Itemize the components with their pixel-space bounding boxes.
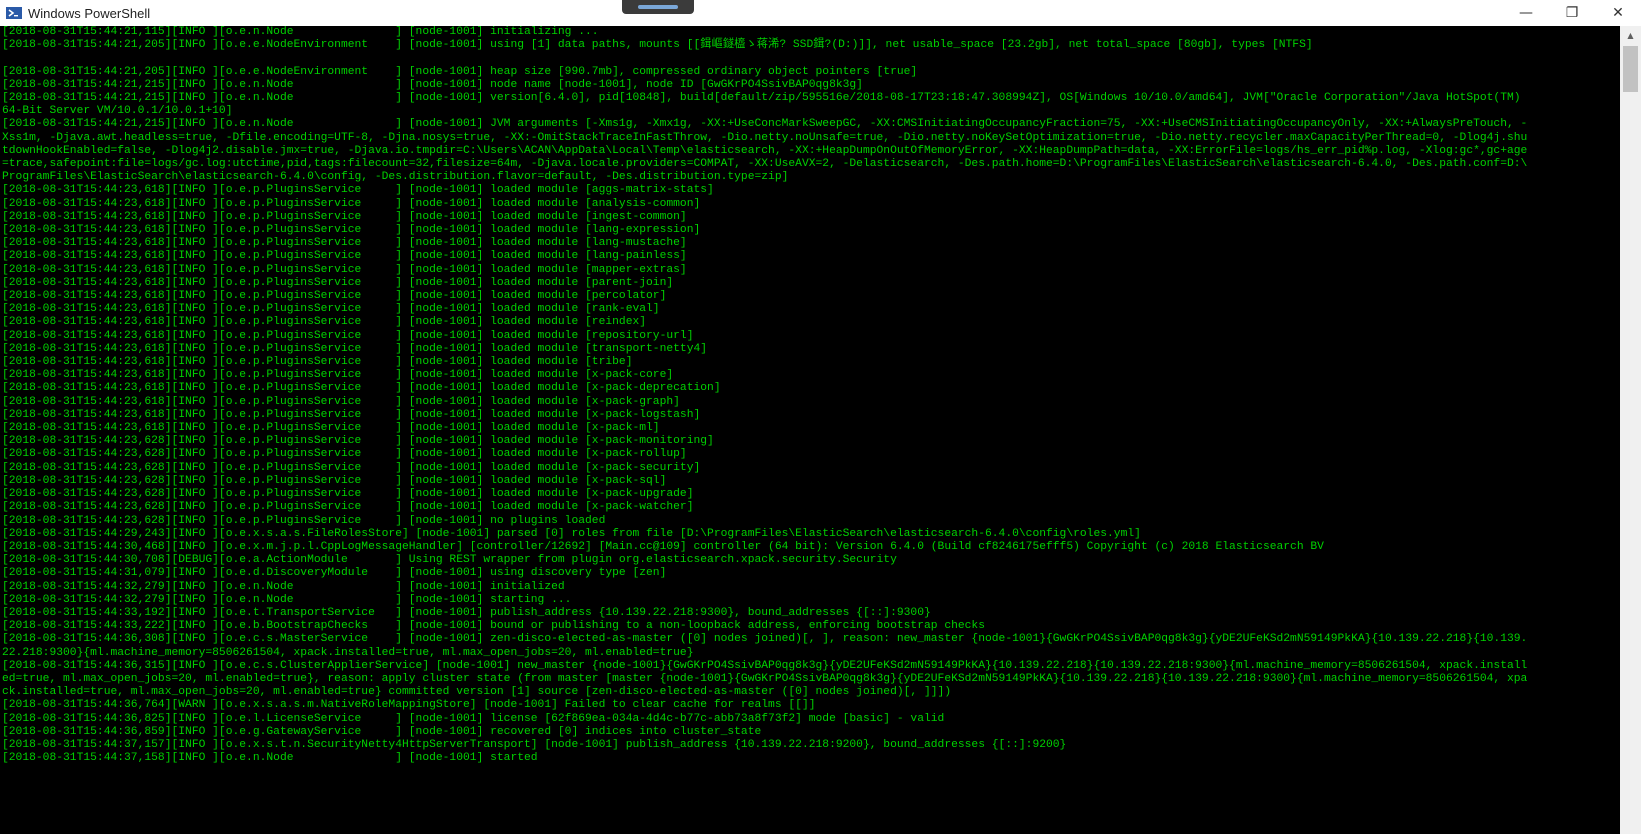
close-button[interactable]: ✕	[1595, 0, 1641, 26]
console-line: [2018-08-31T15:44:33,192][INFO ][o.e.t.T…	[2, 606, 931, 619]
console-line: ed=true, ml.max_open_jobs=20, ml.enabled…	[2, 672, 1528, 685]
console-line: [2018-08-31T15:44:23,618][INFO ][o.e.p.P…	[2, 356, 633, 369]
title-bar[interactable]: Windows PowerShell — ❐ ✕	[0, 0, 1641, 26]
console-line: [2018-08-31T15:44:36,859][INFO ][o.e.g.G…	[2, 725, 762, 738]
console-line: [2018-08-31T15:44:23,618][INFO ][o.e.p.P…	[2, 276, 674, 289]
console-line: [2018-08-31T15:44:21,215][INFO ][o.e.n.N…	[2, 118, 1528, 131]
console-line: [2018-08-31T15:44:29,243][INFO ][o.e.x.s…	[2, 527, 1141, 540]
minimize-button[interactable]: —	[1503, 0, 1549, 26]
console-line: [2018-08-31T15:44:21,205][INFO ][o.e.e.N…	[2, 65, 918, 78]
taskbar-thumbnail-handle	[622, 0, 694, 14]
console-line: [2018-08-31T15:44:32,279][INFO ][o.e.n.N…	[2, 580, 565, 593]
console-line: ProgramFiles\ElasticSearch\elasticsearch…	[2, 171, 789, 184]
console-line: [2018-08-31T15:44:23,618][INFO ][o.e.p.P…	[2, 263, 687, 276]
console-line: [2018-08-31T15:44:23,618][INFO ][o.e.p.P…	[2, 422, 660, 435]
console-line: [2018-08-31T15:44:23,628][INFO ][o.e.p.P…	[2, 435, 714, 448]
console-line: [2018-08-31T15:44:23,628][INFO ][o.e.p.P…	[2, 448, 687, 461]
console-line: [2018-08-31T15:44:23,628][INFO ][o.e.p.P…	[2, 474, 667, 487]
console-line: [2018-08-31T15:44:32,279][INFO ][o.e.n.N…	[2, 593, 572, 606]
vertical-scrollbar[interactable]: ▲	[1620, 26, 1641, 834]
console-line: =trace,safepoint:file=logs/gc.log:utctim…	[2, 158, 1528, 171]
console-line: 64-Bit Server VM/10.0.1/10.0.1+10]	[2, 105, 233, 118]
console-line: [2018-08-31T15:44:23,618][INFO ][o.e.p.P…	[2, 237, 687, 250]
console-line: [2018-08-31T15:44:21,115][INFO ][o.e.n.N…	[2, 26, 599, 38]
console-line: [2018-08-31T15:44:23,618][INFO ][o.e.p.P…	[2, 250, 687, 263]
console-line: [2018-08-31T15:44:23,618][INFO ][o.e.p.P…	[2, 382, 721, 395]
console-line: [2018-08-31T15:44:23,618][INFO ][o.e.p.P…	[2, 408, 701, 421]
console-line: [2018-08-31T15:44:21,205][INFO ][o.e.e.N…	[2, 39, 1313, 52]
console-line: [2018-08-31T15:44:23,618][INFO ][o.e.p.P…	[2, 197, 701, 210]
console-line: [2018-08-31T15:44:23,628][INFO ][o.e.p.P…	[2, 461, 701, 474]
console-line: [2018-08-31T15:44:23,618][INFO ][o.e.p.P…	[2, 184, 714, 197]
console-line: [2018-08-31T15:44:30,708][DEBUG][o.e.a.A…	[2, 554, 897, 567]
console-line: [2018-08-31T15:44:31,079][INFO ][o.e.d.D…	[2, 567, 667, 580]
window-title: Windows PowerShell	[28, 5, 151, 21]
console-line: [2018-08-31T15:44:23,628][INFO ][o.e.p.P…	[2, 514, 606, 527]
console-line: [2018-08-31T15:44:23,618][INFO ][o.e.p.P…	[2, 342, 708, 355]
console-line: [2018-08-31T15:44:33,222][INFO ][o.e.b.B…	[2, 620, 985, 633]
console-line: tdownHookEnabled=false, -Dlog4j2.disable…	[2, 144, 1528, 157]
console-line: [2018-08-31T15:44:23,618][INFO ][o.e.p.P…	[2, 369, 674, 382]
powershell-window: Windows PowerShell — ❐ ✕ [2018-08-31T15:…	[0, 0, 1641, 834]
console-line: [2018-08-31T15:44:37,157][INFO ][o.e.x.s…	[2, 738, 1067, 751]
console-line: [2018-08-31T15:44:23,618][INFO ][o.e.p.P…	[2, 395, 680, 408]
console-line: Xss1m, -Djava.awt.headless=true, -Dfile.…	[2, 131, 1528, 144]
console-line: [2018-08-31T15:44:36,308][INFO ][o.e.c.s…	[2, 633, 1528, 646]
console-line: 22.218:9300}{ml.machine_memory=850626150…	[2, 646, 694, 659]
console-line: [2018-08-31T15:44:23,618][INFO ][o.e.p.P…	[2, 224, 701, 237]
scrollbar-thumb[interactable]	[1623, 46, 1638, 92]
console-line: [2018-08-31T15:44:30,468][INFO ][o.e.x.m…	[2, 540, 1324, 553]
console-line: ck.installed=true, ml.max_open_jobs=20, …	[2, 686, 952, 699]
console-line: [2018-08-31T15:44:23,618][INFO ][o.e.p.P…	[2, 316, 647, 329]
console-line: [2018-08-31T15:44:23,618][INFO ][o.e.p.P…	[2, 290, 667, 303]
console-line: [2018-08-31T15:44:23,628][INFO ][o.e.p.P…	[2, 501, 694, 514]
console-line: [2018-08-31T15:44:36,825][INFO ][o.e.l.L…	[2, 712, 945, 725]
console-line: [2018-08-31T15:44:21,215][INFO ][o.e.n.N…	[2, 92, 1521, 104]
restore-button[interactable]: ❐	[1549, 0, 1595, 26]
console-line: [2018-08-31T15:44:23,618][INFO ][o.e.p.P…	[2, 329, 694, 342]
console-line: [2018-08-31T15:44:36,764][WARN ][o.e.x.s…	[2, 699, 816, 712]
console-line: [2018-08-31T15:44:23,618][INFO ][o.e.p.P…	[2, 210, 687, 223]
scroll-up-arrow-icon[interactable]: ▲	[1620, 26, 1641, 44]
console-line: [2018-08-31T15:44:23,618][INFO ][o.e.p.P…	[2, 303, 660, 316]
console-line: [2018-08-31T15:44:21,215][INFO ][o.e.n.N…	[2, 78, 863, 91]
console-line: [2018-08-31T15:44:23,628][INFO ][o.e.p.P…	[2, 488, 694, 501]
window-controls: — ❐ ✕	[1503, 0, 1641, 26]
powershell-icon	[6, 7, 22, 19]
console-line: [2018-08-31T15:44:37,158][INFO ][o.e.n.N…	[2, 752, 538, 765]
console-line: [2018-08-31T15:44:36,315][INFO ][o.e.c.s…	[2, 659, 1528, 672]
console-output[interactable]: [2018-08-31T15:44:21,115][INFO ][o.e.n.N…	[0, 26, 1620, 834]
